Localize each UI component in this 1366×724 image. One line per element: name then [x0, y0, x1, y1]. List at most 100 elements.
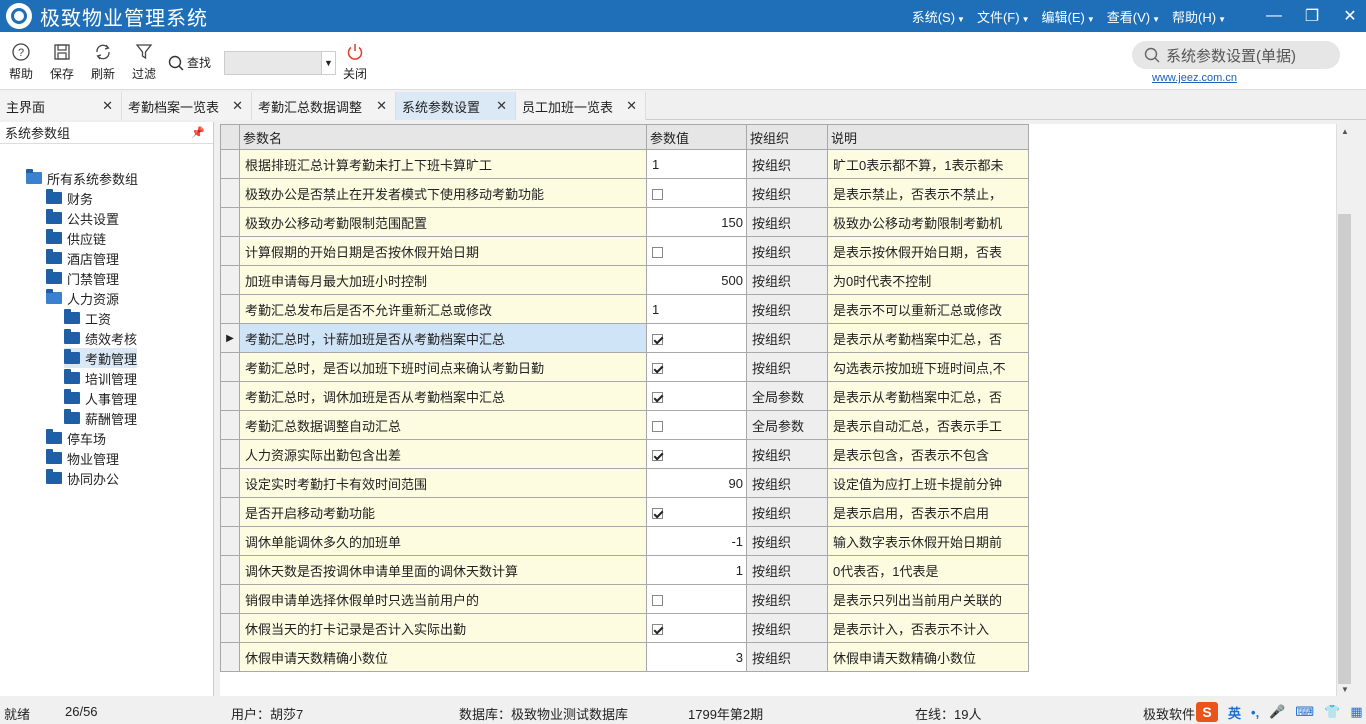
tree-node-supply-chain[interactable]: 供应链 — [46, 228, 106, 248]
tree-node-hr[interactable]: 人力资源 — [46, 288, 119, 308]
scroll-down-icon[interactable]: ▼ — [1337, 682, 1353, 696]
scroll-up-icon[interactable]: ▲ — [1337, 124, 1353, 138]
param-name-cell[interactable]: 考勤汇总时，调休加班是否从考勤档案中汇总 — [239, 381, 647, 411]
tree-node-office[interactable]: 协同办公 — [46, 468, 119, 488]
param-checkbox[interactable] — [652, 333, 663, 345]
maximize-icon[interactable]: ❐ — [1296, 0, 1328, 32]
param-name-cell[interactable]: 人力资源实际出勤包含出差 — [239, 439, 647, 469]
module-search[interactable]: 系统参数设置(单据) — [1132, 41, 1340, 69]
table-row[interactable]: 极致办公是否禁止在开发者模式下使用移动考勤功能 按组织 是表示禁止，否表示不禁止， — [220, 178, 1029, 208]
row-indicator[interactable] — [220, 584, 240, 614]
scroll-thumb[interactable] — [1338, 214, 1351, 684]
close-icon[interactable]: ✕ — [626, 98, 637, 114]
param-name-cell[interactable]: 是否开启移动考勤功能 — [239, 497, 647, 527]
table-row[interactable]: 考勤汇总时，调休加班是否从考勤档案中汇总 全局参数 是表示从考勤档案中汇总，否 — [220, 381, 1029, 411]
param-name-cell[interactable]: 设定实时考勤打卡有效时间范围 — [239, 468, 647, 498]
param-name-cell[interactable]: 调休天数是否按调休申请单里面的调休天数计算 — [239, 555, 647, 585]
param-value-cell[interactable] — [646, 497, 747, 527]
table-row[interactable]: 调休天数是否按调休申请单里面的调休天数计算 1 按组织 0代表否，1代表是 — [220, 555, 1029, 585]
param-name-cell[interactable]: 休假申请天数精确小数位 — [239, 642, 647, 672]
row-indicator[interactable] — [220, 207, 240, 237]
table-row[interactable]: 考勤汇总数据调整自动汇总 全局参数 是表示自动汇总，否表示手工 — [220, 410, 1029, 440]
row-indicator[interactable] — [220, 613, 240, 643]
row-indicator[interactable] — [220, 439, 240, 469]
close-window-icon[interactable]: ✕ — [1334, 0, 1366, 32]
close-icon[interactable]: ✕ — [102, 98, 113, 114]
param-org-cell[interactable]: 按组织 — [746, 497, 828, 527]
param-org-cell[interactable]: 按组织 — [746, 294, 828, 324]
param-org-cell[interactable]: 按组织 — [746, 439, 828, 469]
tree-node-attendance[interactable]: 考勤管理 — [64, 348, 138, 368]
param-value-cell[interactable]: 1 — [646, 555, 747, 585]
param-value-cell[interactable]: 500 — [646, 265, 747, 295]
param-org-cell[interactable]: 按组织 — [746, 207, 828, 237]
param-org-cell[interactable]: 全局参数 — [746, 410, 828, 440]
table-row[interactable]: 根据排班汇总计算考勤未打上下班卡算旷工 1 按组织 旷工0表示都不算，1表示都未 — [220, 149, 1029, 179]
tab-attendance-adjust[interactable]: 考勤汇总数据调整 ✕ — [252, 92, 396, 120]
param-checkbox[interactable] — [652, 246, 663, 258]
filter-button[interactable]: 过滤 — [127, 42, 161, 82]
tree-node-training[interactable]: 培训管理 — [64, 368, 137, 388]
table-row[interactable]: 调休单能调休多久的加班单 -1 按组织 输入数字表示休假开始日期前 — [220, 526, 1029, 556]
row-indicator[interactable]: ▶ — [220, 323, 240, 353]
save-button[interactable]: 保存 — [45, 42, 79, 82]
param-value-cell[interactable] — [646, 381, 747, 411]
row-indicator[interactable] — [220, 236, 240, 266]
param-checkbox[interactable] — [652, 420, 663, 432]
col-header-desc[interactable]: 说明 — [827, 124, 1029, 150]
param-checkbox[interactable] — [652, 507, 663, 519]
tree-node-hotel[interactable]: 酒店管理 — [46, 248, 119, 268]
row-indicator[interactable] — [220, 352, 240, 382]
close-icon[interactable]: ✕ — [232, 98, 243, 114]
table-row[interactable]: 加班申请每月最大加班小时控制 500 按组织 为0时代表不控制 — [220, 265, 1029, 295]
row-indicator[interactable] — [220, 265, 240, 295]
param-name-cell[interactable]: 休假当天的打卡记录是否计入实际出勤 — [239, 613, 647, 643]
tree-node-common[interactable]: 公共设置 — [46, 208, 119, 228]
param-checkbox[interactable] — [652, 594, 663, 606]
tree-node-salary[interactable]: 工资 — [64, 308, 111, 328]
row-indicator[interactable] — [220, 642, 240, 672]
punctuation-icon[interactable]: •, — [1251, 705, 1259, 720]
param-org-cell[interactable]: 按组织 — [746, 613, 828, 643]
param-value-cell[interactable] — [646, 178, 747, 208]
keyboard-icon[interactable]: ⌨ — [1295, 704, 1314, 720]
table-row[interactable]: 销假申请单选择休假单时只选当前用户的 按组织 是表示只列出当前用户关联的 — [220, 584, 1029, 614]
table-row[interactable]: 设定实时考勤打卡有效时间范围 90 按组织 设定值为应打上班卡提前分钟 — [220, 468, 1029, 498]
tree-node-performance[interactable]: 绩效考核 — [64, 328, 137, 348]
param-value-cell[interactable] — [646, 410, 747, 440]
param-name-cell[interactable]: 考勤汇总时，计薪加班是否从考勤档案中汇总 — [239, 323, 647, 353]
row-indicator[interactable] — [220, 294, 240, 324]
param-org-cell[interactable]: 按组织 — [746, 265, 828, 295]
tab-main[interactable]: 主界面 ✕ — [0, 92, 122, 120]
row-indicator[interactable] — [220, 526, 240, 556]
sogou-ime-icon[interactable]: S — [1196, 702, 1218, 722]
param-org-cell[interactable]: 按组织 — [746, 468, 828, 498]
table-row[interactable]: 计算假期的开始日期是否按休假开始日期 按组织 是表示按休假开始日期，否表 — [220, 236, 1029, 266]
tree-node-personnel[interactable]: 人事管理 — [64, 388, 137, 408]
vertical-scrollbar[interactable]: ▲ ▼ — [1336, 124, 1352, 696]
row-indicator[interactable] — [220, 149, 240, 179]
tab-system-params[interactable]: 系统参数设置 ✕ — [396, 92, 516, 120]
help-button[interactable]: ? 帮助 — [4, 42, 38, 82]
param-name-cell[interactable]: 极致办公移动考勤限制范围配置 — [239, 207, 647, 237]
param-checkbox[interactable] — [652, 188, 663, 200]
param-org-cell[interactable]: 按组织 — [746, 526, 828, 556]
menu-file[interactable]: 文件(F) ▼ — [977, 7, 1030, 26]
col-header-name[interactable]: 参数名 — [239, 124, 647, 150]
param-name-cell[interactable]: 极致办公是否禁止在开发者模式下使用移动考勤功能 — [239, 178, 647, 208]
param-checkbox[interactable] — [652, 391, 663, 403]
param-name-cell[interactable]: 加班申请每月最大加班小时控制 — [239, 265, 647, 295]
param-value-cell[interactable] — [646, 439, 747, 469]
param-org-cell[interactable]: 按组织 — [746, 555, 828, 585]
param-org-cell[interactable]: 按组织 — [746, 236, 828, 266]
param-checkbox[interactable] — [652, 362, 663, 374]
close-icon[interactable]: ✕ — [496, 98, 507, 114]
row-indicator[interactable] — [220, 468, 240, 498]
row-indicator[interactable] — [220, 178, 240, 208]
menu-help[interactable]: 帮助(H) ▼ — [1172, 7, 1226, 26]
ime-lang-indicator[interactable]: 英 — [1228, 703, 1241, 722]
microphone-icon[interactable]: 🎤 — [1269, 704, 1285, 720]
table-row[interactable]: 休假当天的打卡记录是否计入实际出勤 按组织 是表示计入，否表示不计入 — [220, 613, 1029, 643]
param-checkbox[interactable] — [652, 623, 663, 635]
chevron-down-icon[interactable]: ▼ — [321, 52, 335, 74]
